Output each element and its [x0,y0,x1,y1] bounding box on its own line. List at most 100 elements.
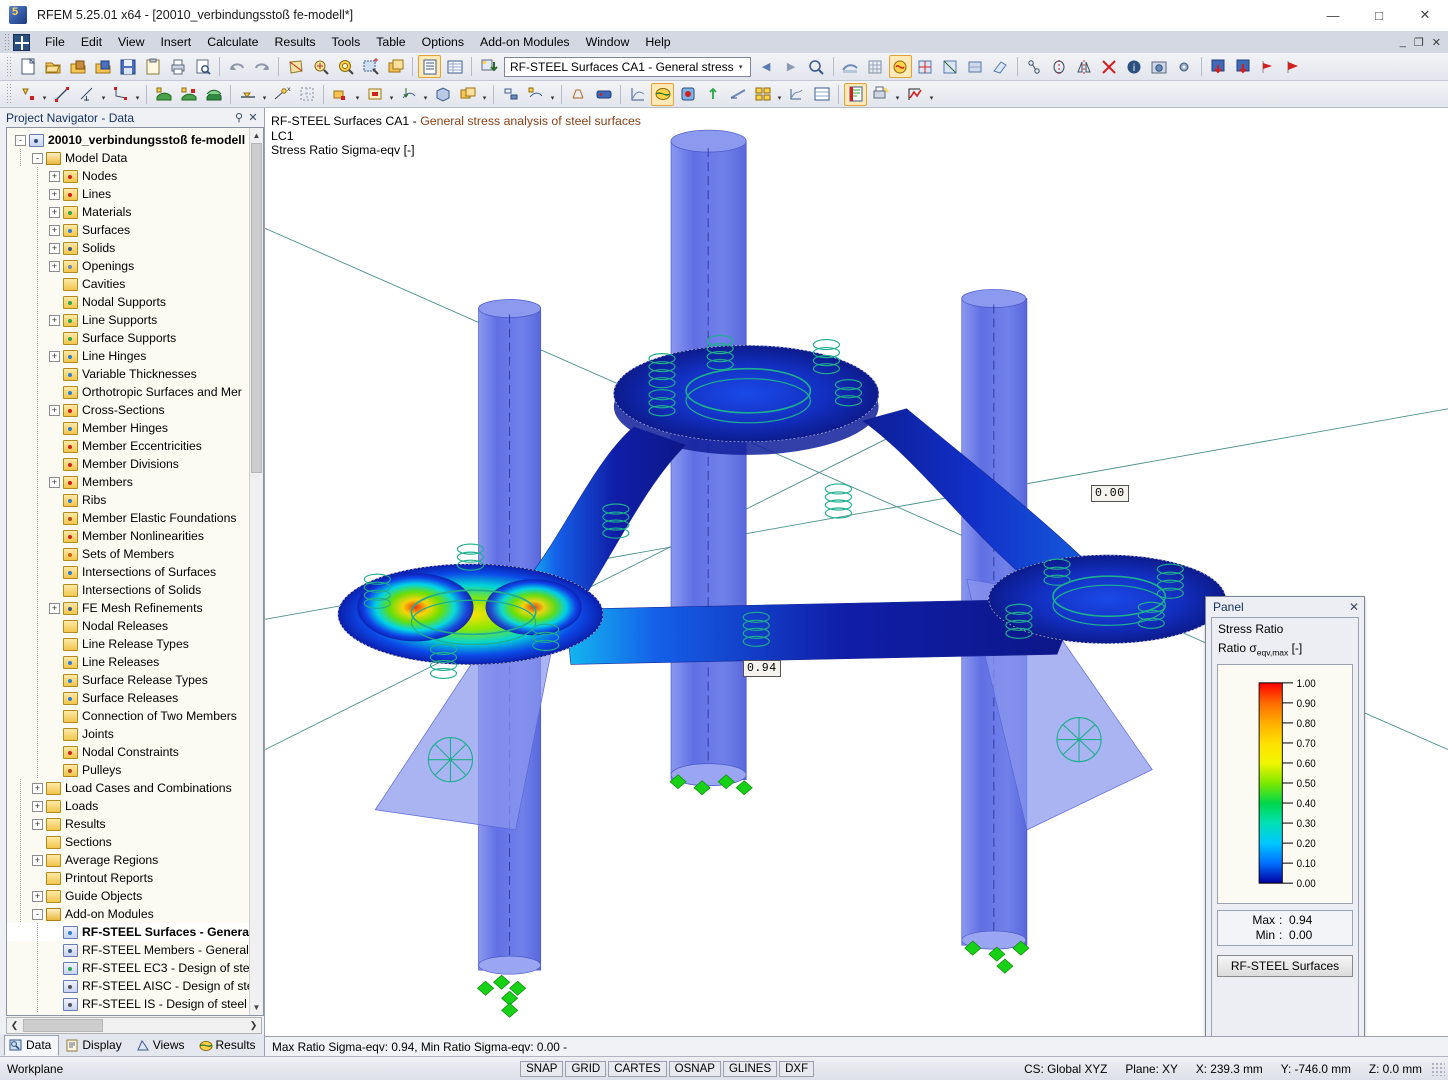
hscroll-thumb[interactable] [23,1019,103,1032]
menu-item-options[interactable]: Options [414,32,472,52]
tree-item-solids[interactable]: + Solids [7,239,249,257]
new-polyline-dropdown[interactable]: ▾ [133,83,142,106]
tree-item-sections[interactable]: Sections [7,833,249,851]
result-panels-dropdown[interactable]: ▾ [775,83,784,106]
close-button[interactable]: ✕ [1402,0,1448,31]
tree-item-average-regions[interactable]: + Average Regions [7,851,249,869]
maximize-button[interactable]: □ [1356,0,1402,31]
render-mode-icon[interactable] [839,55,862,78]
tree-item-rf-steel-is-design-of-steel-r[interactable]: RF-STEEL IS - Design of steel r [7,995,249,1013]
menu-item-table[interactable]: Table [368,32,413,52]
save-icon[interactable] [116,55,139,78]
surface-load-dropdown[interactable]: ▾ [387,83,396,106]
collapse-icon[interactable]: - [32,152,43,164]
fe-mesh-icon[interactable] [567,83,590,106]
new-solid-icon[interactable] [202,83,225,106]
menu-item-help[interactable]: Help [637,32,678,52]
table-toggle-icon[interactable] [418,55,441,78]
navigator-horizontal-scrollbar[interactable]: ❮ ❯ [6,1017,262,1034]
menu-item-edit[interactable]: Edit [73,32,110,52]
zoom-window-icon[interactable] [309,55,332,78]
info-icon[interactable]: i [1123,55,1146,78]
collapse-icon[interactable]: - [32,908,43,920]
line-load-icon[interactable] [1282,55,1305,78]
open-model-icon[interactable] [91,55,114,78]
result-tables-icon[interactable] [810,83,833,106]
generate-surface-dropdown[interactable]: ▾ [548,83,557,106]
member-load-dropdown[interactable]: ▾ [353,83,362,106]
new-surface-set-icon[interactable] [177,83,200,106]
new-node-dropdown[interactable]: ▾ [40,83,49,106]
tree-item-intersections-of-solids[interactable]: Intersections of Solids [7,581,249,599]
grid-toggle[interactable]: GRID [565,1060,607,1077]
mdi-close-button[interactable]: ✕ [1432,36,1441,49]
tree-item-orthotropic-surfaces-and-mer[interactable]: Orthotropic Surfaces and Mer [7,383,249,401]
expand-icon[interactable]: + [32,818,43,830]
select-surface-icon[interactable] [284,55,307,78]
previous-case-button[interactable]: ◀ [755,55,778,78]
tree-item-line-supports[interactable]: + Line Supports [7,311,249,329]
nav-tab-display[interactable]: Display [60,1035,130,1056]
menu-item-calculate[interactable]: Calculate [199,32,266,52]
color-spectrum-dropdown[interactable]: ▾ [927,83,936,106]
new-file-icon[interactable] [16,55,39,78]
tree-item-cross-sections[interactable]: + Cross-Sections [7,401,249,419]
tree-item-line-release-types[interactable]: Line Release Types [7,635,249,653]
expand-icon[interactable]: + [32,890,43,902]
tree-item-rf-steel-surfaces-general[interactable]: RF-STEEL Surfaces - General [7,923,249,941]
menu-item-insert[interactable]: Insert [152,32,199,52]
hinge-icon[interactable]: xx [270,83,293,106]
tree-item-nodal-releases[interactable]: Nodal Releases [7,617,249,635]
glines-toggle[interactable]: GLINES [722,1060,778,1077]
expand-icon[interactable]: + [32,800,43,812]
scroll-thumb[interactable] [251,143,262,473]
support-dropdown[interactable]: ▾ [260,83,269,106]
expand-icon[interactable]: + [32,782,43,794]
expand-icon[interactable]: + [49,170,60,182]
tree-item-member-elastic-foundations[interactable]: Member Elastic Foundations [7,509,249,527]
menu-drag-handle[interactable] [3,34,11,50]
pin-icon[interactable]: ⚲ [232,111,246,124]
tree-item-fe-mesh-refinements[interactable]: + FE Mesh Refinements [7,599,249,617]
tree-item-rf-steel-members-general[interactable]: RF-STEEL Members - General [7,941,249,959]
menu-item-tools[interactable]: Tools [324,32,369,52]
resize-grip-icon[interactable] [1431,1061,1445,1076]
new-polyline-icon[interactable] [109,83,132,106]
tree-item-joints[interactable]: Joints [7,725,249,743]
redo-icon[interactable] [250,55,273,78]
tree-item-surfaces[interactable]: + Surfaces [7,221,249,239]
menu-item-view[interactable]: View [110,32,152,52]
new-node-icon[interactable] [16,83,39,106]
imperfection-dropdown[interactable]: ▾ [480,83,489,106]
tree-item-nodes[interactable]: + Nodes [7,167,249,185]
view-axes-x-icon[interactable] [914,55,937,78]
minimize-button[interactable]: — [1310,0,1356,31]
model-viewport[interactable]: RF-STEEL Surfaces CA1 - General stress a… [265,108,1448,1056]
free-load-dropdown[interactable]: ▾ [421,83,430,106]
new-dimension-dropdown[interactable]: ▾ [99,83,108,106]
section-results-icon[interactable] [726,83,749,106]
tree-item-load-cases-and-combinations[interactable]: + Load Cases and Combinations [7,779,249,797]
tree-item-pulleys[interactable]: Pulleys [7,761,249,779]
expand-icon[interactable]: + [49,224,60,236]
tree-item-results[interactable]: + Results [7,815,249,833]
nav-tab-results[interactable]: Results [193,1035,264,1056]
result-panels-icon[interactable] [751,83,774,106]
member-load-icon[interactable] [329,83,352,106]
load-case-down-icon[interactable] [1207,55,1230,78]
navigator-close-icon[interactable]: ✕ [246,111,260,124]
tree-item-20010-verbindungssto-fe-modell[interactable]: - 20010_verbindungsstoß fe-modell [7,131,249,149]
imperfection-icon[interactable] [456,83,479,106]
free-load-icon[interactable] [397,83,420,106]
support-reactions-icon[interactable] [701,83,724,106]
tree-item-model-data[interactable]: - Model Data [7,149,249,167]
surface-results-icon[interactable] [651,82,674,106]
tree-item-lines[interactable]: + Lines [7,185,249,203]
osnap-toggle[interactable]: OSNAP [668,1060,721,1077]
calculate-icon[interactable] [592,83,615,106]
print-graphic-icon[interactable] [869,83,892,106]
tree-item-openings[interactable]: + Openings [7,257,249,275]
tree-item-surface-release-types[interactable]: Surface Release Types [7,671,249,689]
import-icon[interactable] [477,55,500,78]
solid-results-icon[interactable] [676,83,699,106]
